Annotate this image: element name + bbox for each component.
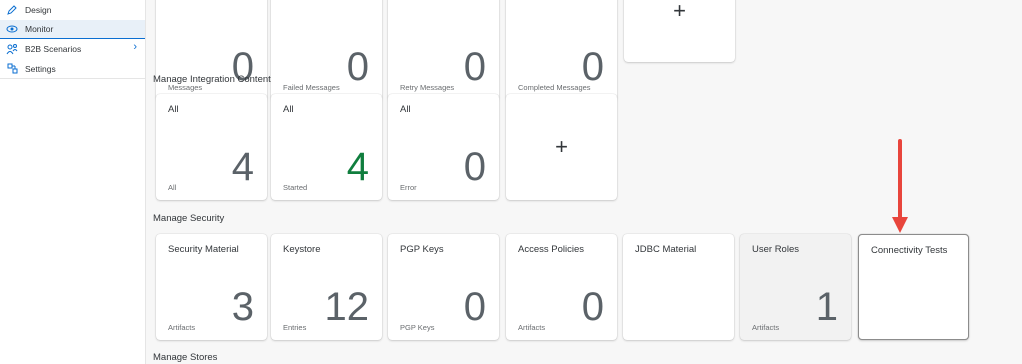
sidebar-item-label: Monitor — [25, 24, 54, 34]
tile-failed-messages[interactable]: 0 Failed Messages — [271, 0, 382, 100]
annotation-arrow-icon — [892, 139, 908, 233]
tile-title: Security Material — [168, 244, 239, 255]
tile-security-material[interactable]: Security Material 3 Artifacts — [156, 234, 267, 340]
group-icon — [6, 43, 18, 55]
tile-jdbc-material[interactable]: JDBC Material — [623, 234, 734, 340]
tile-count: 1 — [815, 285, 838, 329]
tile-integration-error[interactable]: All 0 Error — [388, 94, 499, 200]
tile-count: 4 — [231, 145, 254, 189]
plus-icon: + — [555, 134, 568, 159]
sidebar-item-label: Design — [25, 4, 52, 15]
sidebar: Design Monitor B2B Scenarios › Settings — [0, 0, 146, 364]
tile-title: Connectivity Tests — [871, 245, 948, 256]
plus-icon: + — [673, 0, 686, 23]
settings-icon — [6, 63, 18, 75]
section-title-security: Manage Security — [153, 213, 225, 224]
tile-keystore[interactable]: Keystore 12 Entries — [271, 234, 382, 340]
tile-connectivity-tests[interactable]: Connectivity Tests — [858, 234, 969, 340]
tile-title: All — [400, 104, 411, 115]
sidebar-item-b2b-scenarios[interactable]: B2B Scenarios › — [0, 39, 145, 58]
tile-count: 4 — [346, 145, 369, 189]
sidebar-item-label: B2B Scenarios — [25, 43, 82, 54]
tile-footer: Error — [400, 183, 417, 192]
tile-footer: Started — [283, 183, 308, 192]
tile-count: 0 — [581, 285, 604, 329]
sidebar-item-design[interactable]: Design — [0, 0, 145, 19]
tile-title: All — [283, 104, 294, 115]
tile-completed-messages[interactable]: 0 Completed Messages — [506, 0, 617, 100]
tile-count: 0 — [346, 45, 369, 89]
tile-count: 12 — [324, 285, 370, 329]
section-title-stores: Manage Stores — [153, 352, 218, 363]
tile-retry-messages[interactable]: 0 Retry Messages — [388, 0, 499, 100]
tile-footer: Artifacts — [752, 323, 780, 332]
tile-title: Access Policies — [518, 244, 584, 255]
tile-footer: Retry Messages — [400, 83, 455, 92]
tile-count: 0 — [463, 45, 486, 89]
tile-pgp-keys[interactable]: PGP Keys 0 PGP Keys — [388, 234, 499, 340]
sidebar-item-settings[interactable]: Settings — [0, 59, 145, 78]
tile-count: 0 — [463, 285, 486, 329]
tile-footer: Artifacts — [168, 323, 196, 332]
tile-access-policies[interactable]: Access Policies 0 Artifacts — [506, 234, 617, 340]
tile-title: All — [168, 104, 179, 115]
tile-add-integration[interactable]: + — [506, 94, 617, 200]
tile-footer: Artifacts — [518, 323, 546, 332]
tile-integration-started[interactable]: All 4 Started — [271, 94, 382, 200]
sidebar-item-label: Settings — [25, 63, 56, 74]
tile-integration-all[interactable]: All 4 All — [156, 94, 267, 200]
tile-footer: Failed Messages — [283, 83, 340, 92]
sidebar-item-monitor[interactable]: Monitor — [0, 20, 145, 39]
tile-user-roles[interactable]: User Roles 1 Artifacts — [740, 234, 851, 340]
pencil-icon — [6, 4, 18, 16]
tile-footer: Completed Messages — [518, 83, 591, 92]
tile-count: 3 — [231, 285, 254, 329]
tile-add[interactable]: + — [624, 0, 735, 62]
tile-count: 0 — [463, 145, 486, 189]
sidebar-divider — [0, 78, 145, 79]
eye-icon — [6, 23, 18, 35]
tile-footer: Entries — [283, 323, 307, 332]
tile-title: User Roles — [752, 244, 799, 255]
tile-footer: All — [168, 183, 177, 192]
tile-title: JDBC Material — [635, 244, 697, 255]
tile-footer: PGP Keys — [400, 323, 435, 332]
tile-messages[interactable]: 0 Messages — [156, 0, 267, 100]
tile-count: 0 — [581, 45, 604, 89]
chevron-right-icon[interactable]: › — [133, 41, 137, 53]
tile-title: Keystore — [283, 244, 321, 255]
section-title-integration: Manage Integration Content — [153, 74, 271, 85]
tile-title: PGP Keys — [400, 244, 444, 255]
